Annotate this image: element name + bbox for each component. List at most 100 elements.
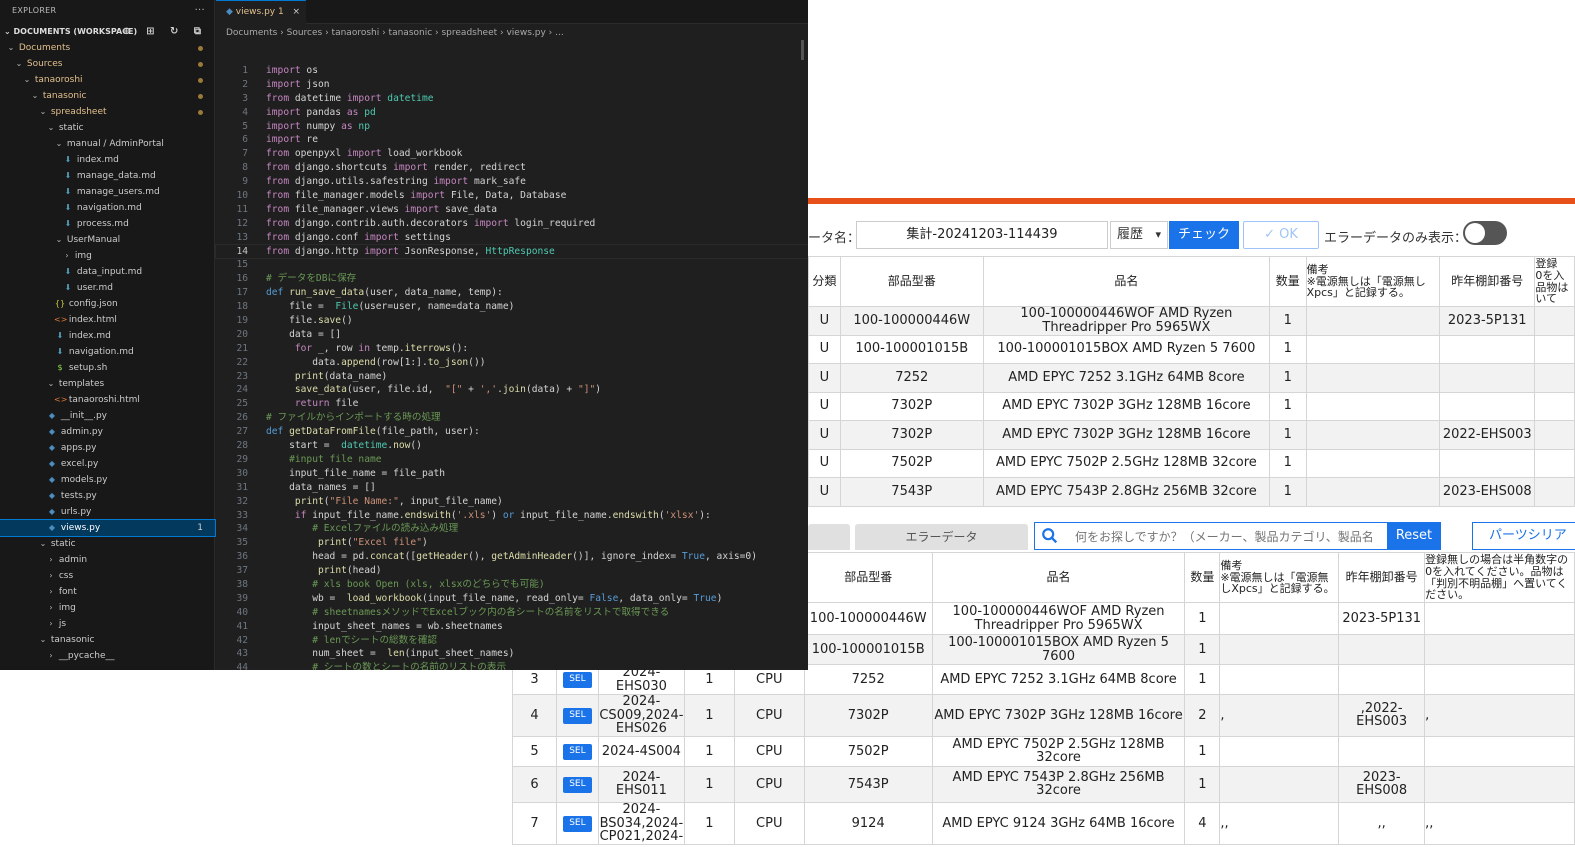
column-header: 登録無しの場合は半角数字の0を入れてください。品物は「判別不明品棚」へ置いてくだ… (1424, 552, 1575, 603)
py-file-icon: ◆ (48, 443, 56, 452)
table-row[interactable]: 7 SEL 2024- BS034,2024- CP021,2024- 1 CPU 912… (512, 801, 1575, 845)
table-row[interactable]: U 7543P AMD EPYC 7543P 2.8GHz 256MB 32core… (808, 477, 1575, 507)
tree-item[interactable]: ⌄ templates (0, 376, 215, 392)
table-row[interactable]: 5 SEL 2024-4S004 1 CPU 7502P AMD EPYC 7502P 2.… (512, 735, 1575, 767)
table-row[interactable]: 6 SEL 2024- EHS011 1 CPU 7543P AMD EPYC 7543P … (512, 765, 1575, 803)
tree-item[interactable]: {} config.json (0, 296, 215, 312)
table-row[interactable]: U 7252 AMD EPYC 7252 3.1GHz 64MB 8core 1 (808, 363, 1575, 393)
reset-button[interactable]: Reset (1387, 522, 1441, 550)
tree-item[interactable]: ◆ models.py (0, 472, 215, 488)
close-icon[interactable]: × (292, 1, 300, 23)
code-token: from (266, 231, 290, 243)
select-button[interactable]: SEL (563, 777, 592, 793)
tree-item[interactable]: ⬇ index.md (0, 152, 215, 168)
tree-item-label: models.py (58, 475, 108, 485)
code-token: input_sheet_names = wb.sheetnames (266, 620, 503, 632)
line-number: 3 (242, 92, 248, 104)
code-token: _, row (312, 342, 353, 354)
workspace-header[interactable]: ⌄ DOCUMENTS (WORKSPACE) ⊕ ⊞ ↻ ⧉ (0, 24, 215, 40)
check-button[interactable]: チェック (1169, 221, 1239, 249)
tree-item[interactable]: › js (0, 616, 215, 632)
md-file-icon: ⬇ (64, 155, 72, 164)
tree-item[interactable]: <> index.html (0, 312, 215, 328)
tree-item[interactable]: ◆ apps.py (0, 440, 215, 456)
tree-item[interactable]: ◆ tests.py (0, 488, 215, 504)
tab-left[interactable] (808, 524, 850, 550)
tree-item[interactable]: ⌄ Sources (0, 56, 215, 72)
workspace-actions[interactable]: ⊕ ⊞ ↻ ⧉ (122, 24, 207, 40)
ok-button[interactable]: ✓ OK (1243, 221, 1319, 249)
error-only-toggle[interactable] (1463, 221, 1507, 245)
tree-item[interactable]: ⬇ index.md (0, 328, 215, 344)
table-row[interactable]: U 7302P AMD EPYC 7302P 3GHz 128MB 16core 1 2… (808, 420, 1575, 450)
tree-item-label: navigation.md (66, 347, 134, 357)
tree-item[interactable]: ⌄ static (0, 536, 215, 552)
line-number: 34 (236, 523, 248, 535)
tree-item[interactable]: ⌄ tanasonic (0, 88, 215, 104)
table-cell (1305, 448, 1441, 478)
line-number: 32 (236, 495, 248, 507)
data-name-input[interactable]: 集計-20241203-114439 (856, 221, 1108, 249)
tree-item[interactable]: ◆ __init__.py (0, 408, 215, 424)
tree-item[interactable]: ⌄ tanaoroshi (0, 72, 215, 88)
tab-error-data[interactable]: エラーデータ (855, 524, 1028, 550)
tree-item[interactable]: ⌄ UserManual (0, 232, 215, 248)
more-actions-icon[interactable]: ··· (195, 0, 205, 22)
tree-item[interactable]: › font (0, 584, 215, 600)
code-token: + (462, 384, 474, 396)
tree-item[interactable]: › img (0, 600, 215, 616)
tab-views-py[interactable]: ◆ views.py 1 × (216, 0, 306, 24)
table-row[interactable]: 4 SEL 2024- CS009,2024- EHS026 1 CPU 7302P AMD… (512, 694, 1575, 737)
tree-item[interactable]: $ setup.sh (0, 360, 215, 376)
tree-item[interactable]: › __pycache__ (0, 648, 215, 664)
table-row[interactable]: U 100-100000446W 100-100000446WOF AMD Ryze… (808, 306, 1575, 336)
select-button[interactable]: SEL (563, 708, 592, 724)
tree-item[interactable]: ⌄ Documents (0, 40, 215, 56)
code-line: 27 def getDataFromFile(file_path, user): (216, 425, 808, 439)
tree-item[interactable]: ⬇ navigation.md (0, 200, 215, 216)
tree-item[interactable]: › css (0, 568, 215, 584)
code-view[interactable]: 1 import os 2 import json 3 from datetime imp… (215, 64, 808, 670)
editor-scrollbar[interactable] (801, 40, 804, 60)
table-cell: 4 (512, 694, 557, 737)
code-token: () (341, 315, 353, 327)
tree-item[interactable]: ⬇ navigation.md (0, 344, 215, 360)
tree-item[interactable]: › img (0, 248, 215, 264)
search-input[interactable] (1075, 527, 1375, 547)
table-cell: ,, (1219, 801, 1340, 845)
code-token: ) (595, 384, 602, 396)
table-cell: AMD EPYC 7502P 2.5GHz 128MB 32core (982, 448, 1270, 478)
table-row[interactable]: U 7502P AMD EPYC 7502P 2.5GHz 128MB 32core… (808, 448, 1575, 478)
select-button[interactable]: SEL (563, 816, 592, 832)
parts-serial-button[interactable]: パーツシリア (1472, 522, 1575, 550)
table-row[interactable]: U 7302P AMD EPYC 7302P 3GHz 128MB 16core 1 (808, 391, 1575, 421)
select-button[interactable]: SEL (563, 744, 592, 760)
history-select[interactable]: 履歴 ▾ (1110, 221, 1168, 249)
tree-item[interactable]: ⌄ tanasonic (0, 632, 215, 648)
tree-item[interactable]: › admin (0, 552, 215, 568)
tree-item[interactable]: ⌄ static (0, 120, 215, 136)
tree-item[interactable]: ◆ views.py 1 (0, 519, 216, 537)
select-button[interactable]: SEL (563, 672, 592, 688)
tree-item[interactable]: ⌄ manual / AdminPortal (0, 136, 215, 152)
tree-item[interactable]: ⬇ manage_users.md (0, 184, 215, 200)
tree-item-label: static (56, 123, 84, 133)
tree-item[interactable]: <> tanaoroshi.html (0, 392, 215, 408)
tree-item[interactable]: ⬇ user.md (0, 280, 215, 296)
tree-item[interactable]: ◆ admin.py (0, 424, 215, 440)
line-number: 33 (236, 509, 248, 521)
table-row[interactable]: U 100-100001015B 100-100001015BOX AMD Ryze… (808, 334, 1575, 364)
tree-item[interactable]: ◆ excel.py (0, 456, 215, 472)
tree-item-label: spreadsheet (48, 107, 107, 117)
code-token: HttpResponse (479, 245, 555, 257)
tree-item[interactable]: ◆ urls.py (0, 504, 215, 520)
table-cell (1534, 420, 1575, 450)
tree-item[interactable]: ⬇ process.md (0, 216, 215, 232)
chevron-right-icon: › (49, 603, 53, 612)
tree-item[interactable]: ⬇ data_input.md (0, 264, 215, 280)
tree-item[interactable]: ⬇ manage_data.md (0, 168, 215, 184)
tree-item[interactable]: ⌄ spreadsheet (0, 104, 215, 120)
breadcrumb[interactable]: Documents › Sources › tanaoroshi › tanas… (226, 26, 564, 40)
table-cell (1338, 735, 1426, 767)
table-cell: AMD EPYC 7543P 2.8GHz 256MB 32core (982, 477, 1270, 507)
